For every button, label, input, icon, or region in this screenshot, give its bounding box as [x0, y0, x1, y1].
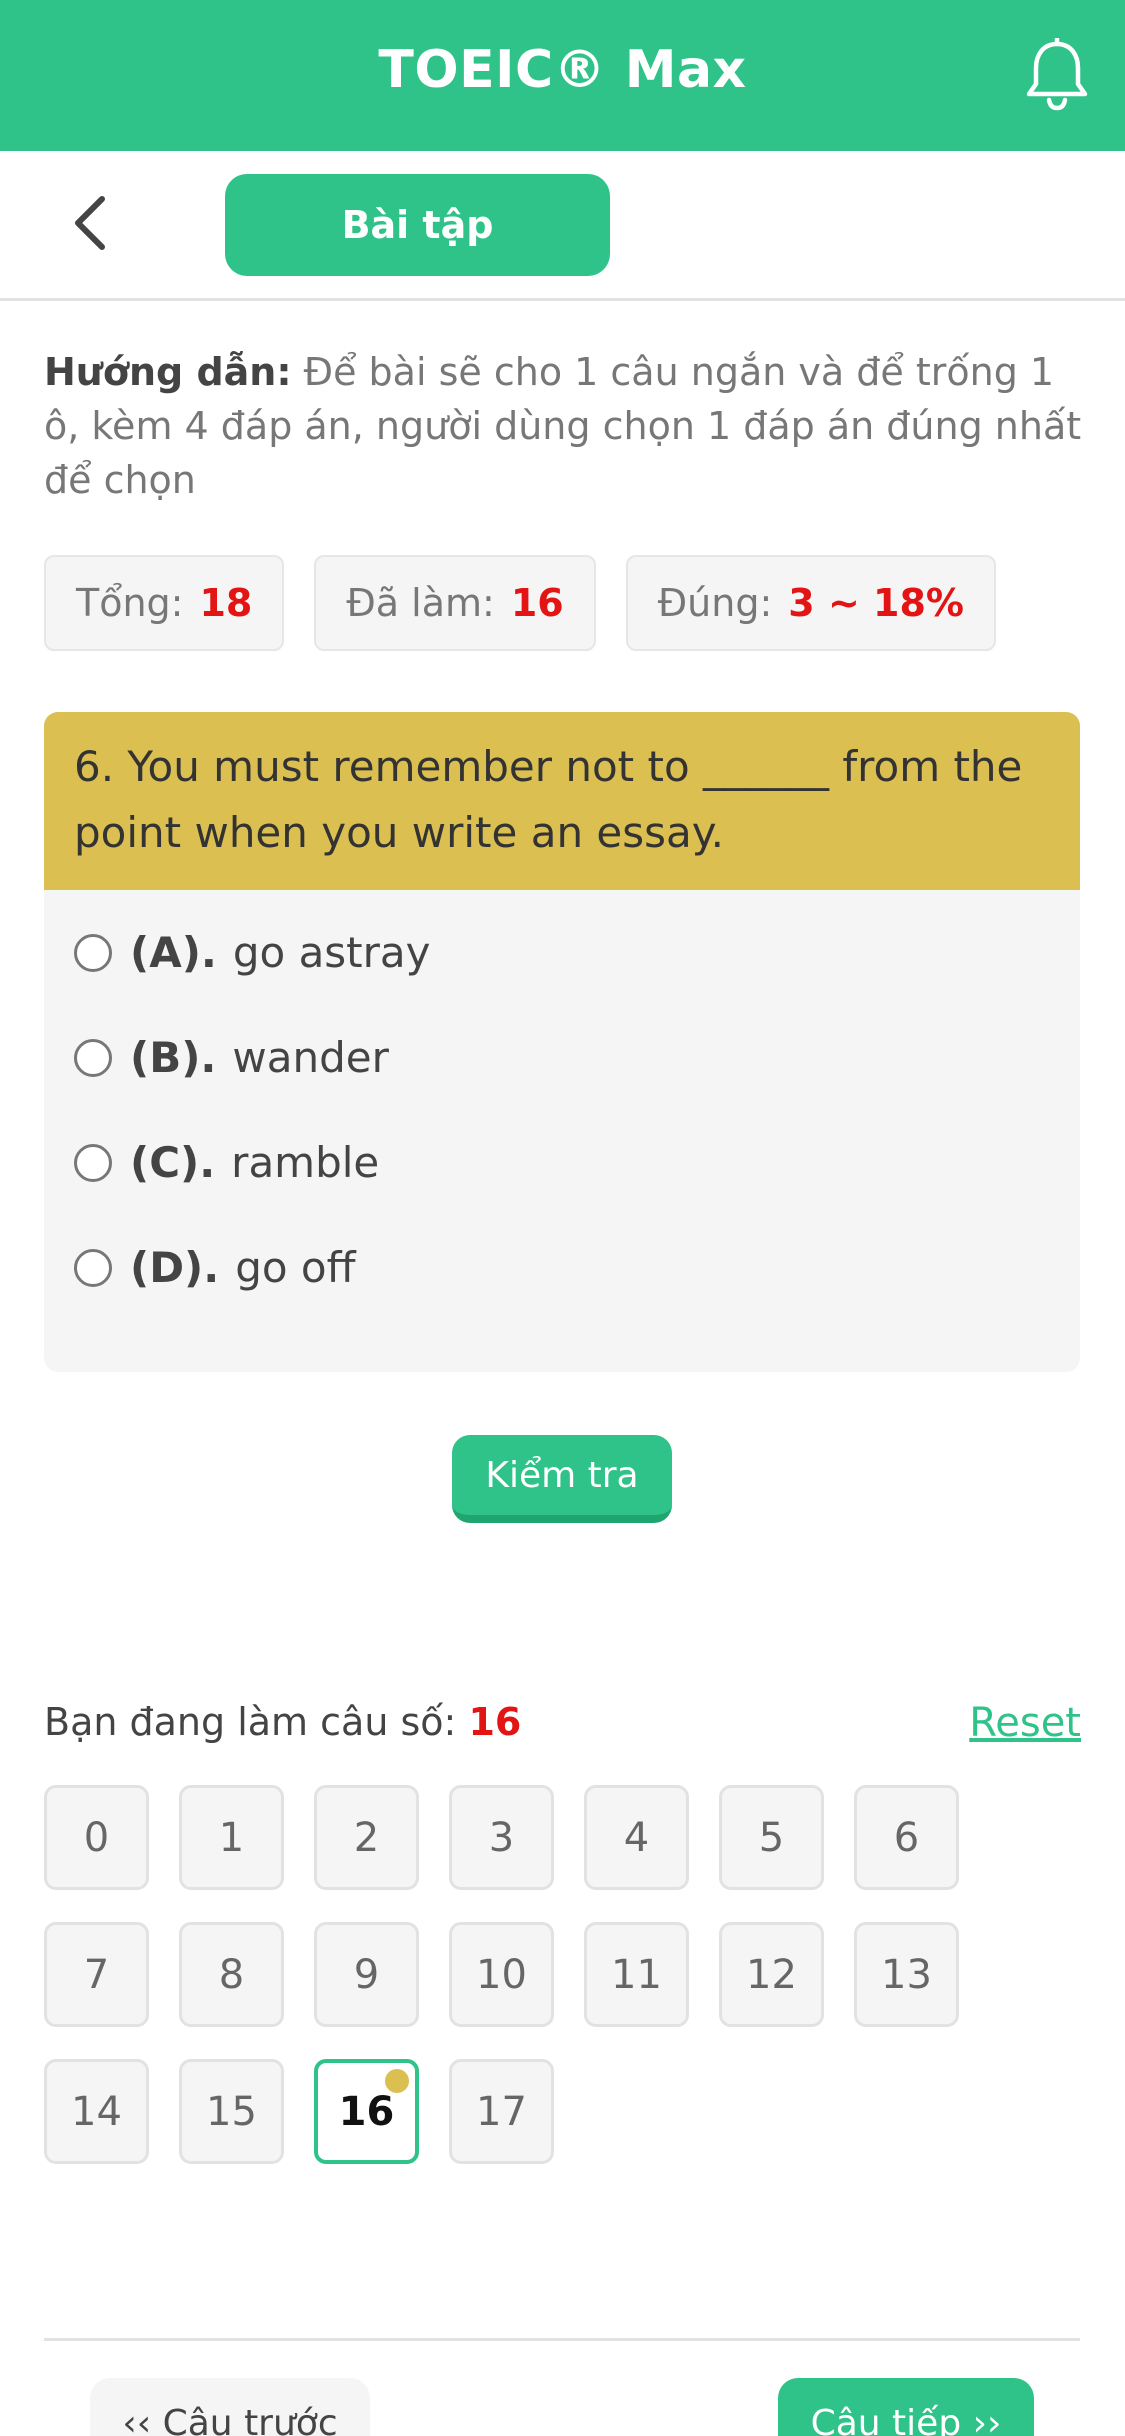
option-a[interactable]: (A). go astray: [44, 900, 1080, 1005]
question-number-11[interactable]: 11: [584, 1922, 689, 2027]
question-number-label: 2: [353, 1814, 380, 1861]
option-d[interactable]: (D). go off: [44, 1215, 1080, 1320]
question-number-4[interactable]: 4: [584, 1785, 689, 1890]
question-number-0[interactable]: 0: [44, 1785, 149, 1890]
question-number-7[interactable]: 7: [44, 1922, 149, 2027]
reset-link[interactable]: Reset: [969, 1700, 1081, 1746]
question-number-label: 4: [623, 1814, 650, 1861]
option-text: ramble: [231, 1138, 380, 1187]
question-number-label: 12: [746, 1951, 797, 1998]
question-number-label: 1: [218, 1814, 245, 1861]
question-number-label: 8: [218, 1951, 245, 1998]
stat-done: Đã làm: 16: [314, 555, 596, 651]
tab-exercise[interactable]: Bài tập: [225, 174, 610, 276]
stats-row: Tổng: 18 Đã làm: 16 Đúng: 3 ~ 18%: [44, 555, 996, 651]
stat-done-value: 16: [510, 581, 564, 625]
current-question-value: 16: [468, 1700, 522, 1744]
question-number-9[interactable]: 9: [314, 1922, 419, 2027]
stat-total: Tổng: 18: [44, 555, 285, 651]
question-number-1[interactable]: 1: [179, 1785, 284, 1890]
app-title: TOEIC® Max: [378, 40, 747, 100]
question-number-14[interactable]: 14: [44, 2059, 149, 2164]
current-question-label: Bạn đang làm câu số:: [44, 1700, 457, 1744]
current-marker-dot: [385, 2069, 409, 2093]
question-number-8[interactable]: 8: [179, 1922, 284, 2027]
option-c[interactable]: (C). ramble: [44, 1110, 1080, 1215]
question-number-label: 17: [476, 2088, 527, 2135]
question-number-label: 9: [353, 1951, 380, 1998]
question-card: 6. You must remember not to ______ from …: [44, 712, 1080, 1372]
question-number-label: 10: [476, 1951, 527, 1998]
question-number-grid: 0 1 2 3 4 5 6 7 8 9 10 11 12 13 14 15 16 17: [44, 1785, 1084, 2164]
question-number-label: 0: [83, 1814, 110, 1861]
option-letter: (D).: [130, 1243, 220, 1292]
bell-icon[interactable]: [1023, 38, 1091, 112]
stat-done-label: Đã làm:: [346, 581, 495, 625]
radio-button[interactable]: [74, 1143, 112, 1182]
option-text: wander: [232, 1033, 389, 1082]
question-number-17[interactable]: 17: [449, 2059, 554, 2164]
stat-correct: Đúng: 3 ~ 18%: [625, 555, 996, 651]
option-letter: (C).: [130, 1138, 216, 1187]
question-number-label: 6: [893, 1814, 920, 1861]
question-text: 6. You must remember not to ______ from …: [44, 712, 1080, 890]
option-text: go off: [235, 1243, 356, 1292]
question-number-3[interactable]: 3: [449, 1785, 554, 1890]
question-number-2[interactable]: 2: [314, 1785, 419, 1890]
next-question-button[interactable]: Câu tiếp ››: [778, 2378, 1034, 2436]
question-number-label: 7: [83, 1951, 110, 1998]
question-number-label: 3: [488, 1814, 515, 1861]
question-number-label: 11: [611, 1951, 662, 1998]
answer-options: (A). go astray (B). wander (C). ramble (…: [44, 890, 1080, 1320]
option-b[interactable]: (B). wander: [44, 1005, 1080, 1110]
stat-correct-label: Đúng:: [657, 581, 773, 625]
option-letter: (B).: [130, 1033, 217, 1082]
question-number-13[interactable]: 13: [854, 1922, 959, 2027]
question-number-5[interactable]: 5: [719, 1785, 824, 1890]
current-question-indicator: Bạn đang làm câu số: 16: [44, 1700, 521, 1744]
instructions-label: Hướng dẫn:: [44, 350, 292, 394]
question-number-15[interactable]: 15: [179, 2059, 284, 2164]
option-text: go astray: [232, 928, 431, 977]
question-number-label: 5: [758, 1814, 785, 1861]
question-number-label: 13: [881, 1951, 932, 1998]
instructions: Hướng dẫn: Để bài sẽ cho 1 câu ngắn và đ…: [44, 345, 1084, 507]
question-number-label: 16: [338, 2088, 395, 2135]
sub-navigation: Bài tập: [0, 151, 1125, 301]
stat-total-label: Tổng:: [76, 581, 184, 625]
question-number-label: 15: [206, 2088, 257, 2135]
option-letter: (A).: [130, 928, 217, 977]
stat-correct-value: 3 ~ 18%: [788, 581, 964, 625]
radio-button[interactable]: [74, 1248, 112, 1287]
stat-total-value: 18: [199, 581, 253, 625]
question-number-10[interactable]: 10: [449, 1922, 554, 2027]
previous-question-button[interactable]: ‹‹ Câu trước: [90, 2378, 370, 2436]
question-number-12[interactable]: 12: [719, 1922, 824, 2027]
chevron-left-icon[interactable]: [66, 191, 116, 255]
radio-button[interactable]: [74, 933, 112, 972]
divider: [44, 2338, 1080, 2341]
check-button[interactable]: Kiểm tra: [452, 1435, 672, 1523]
question-number-16[interactable]: 16: [314, 2059, 419, 2164]
app-header: TOEIC® Max: [0, 0, 1125, 151]
question-number-label: 14: [71, 2088, 122, 2135]
radio-button[interactable]: [74, 1038, 112, 1077]
question-number-6[interactable]: 6: [854, 1785, 959, 1890]
